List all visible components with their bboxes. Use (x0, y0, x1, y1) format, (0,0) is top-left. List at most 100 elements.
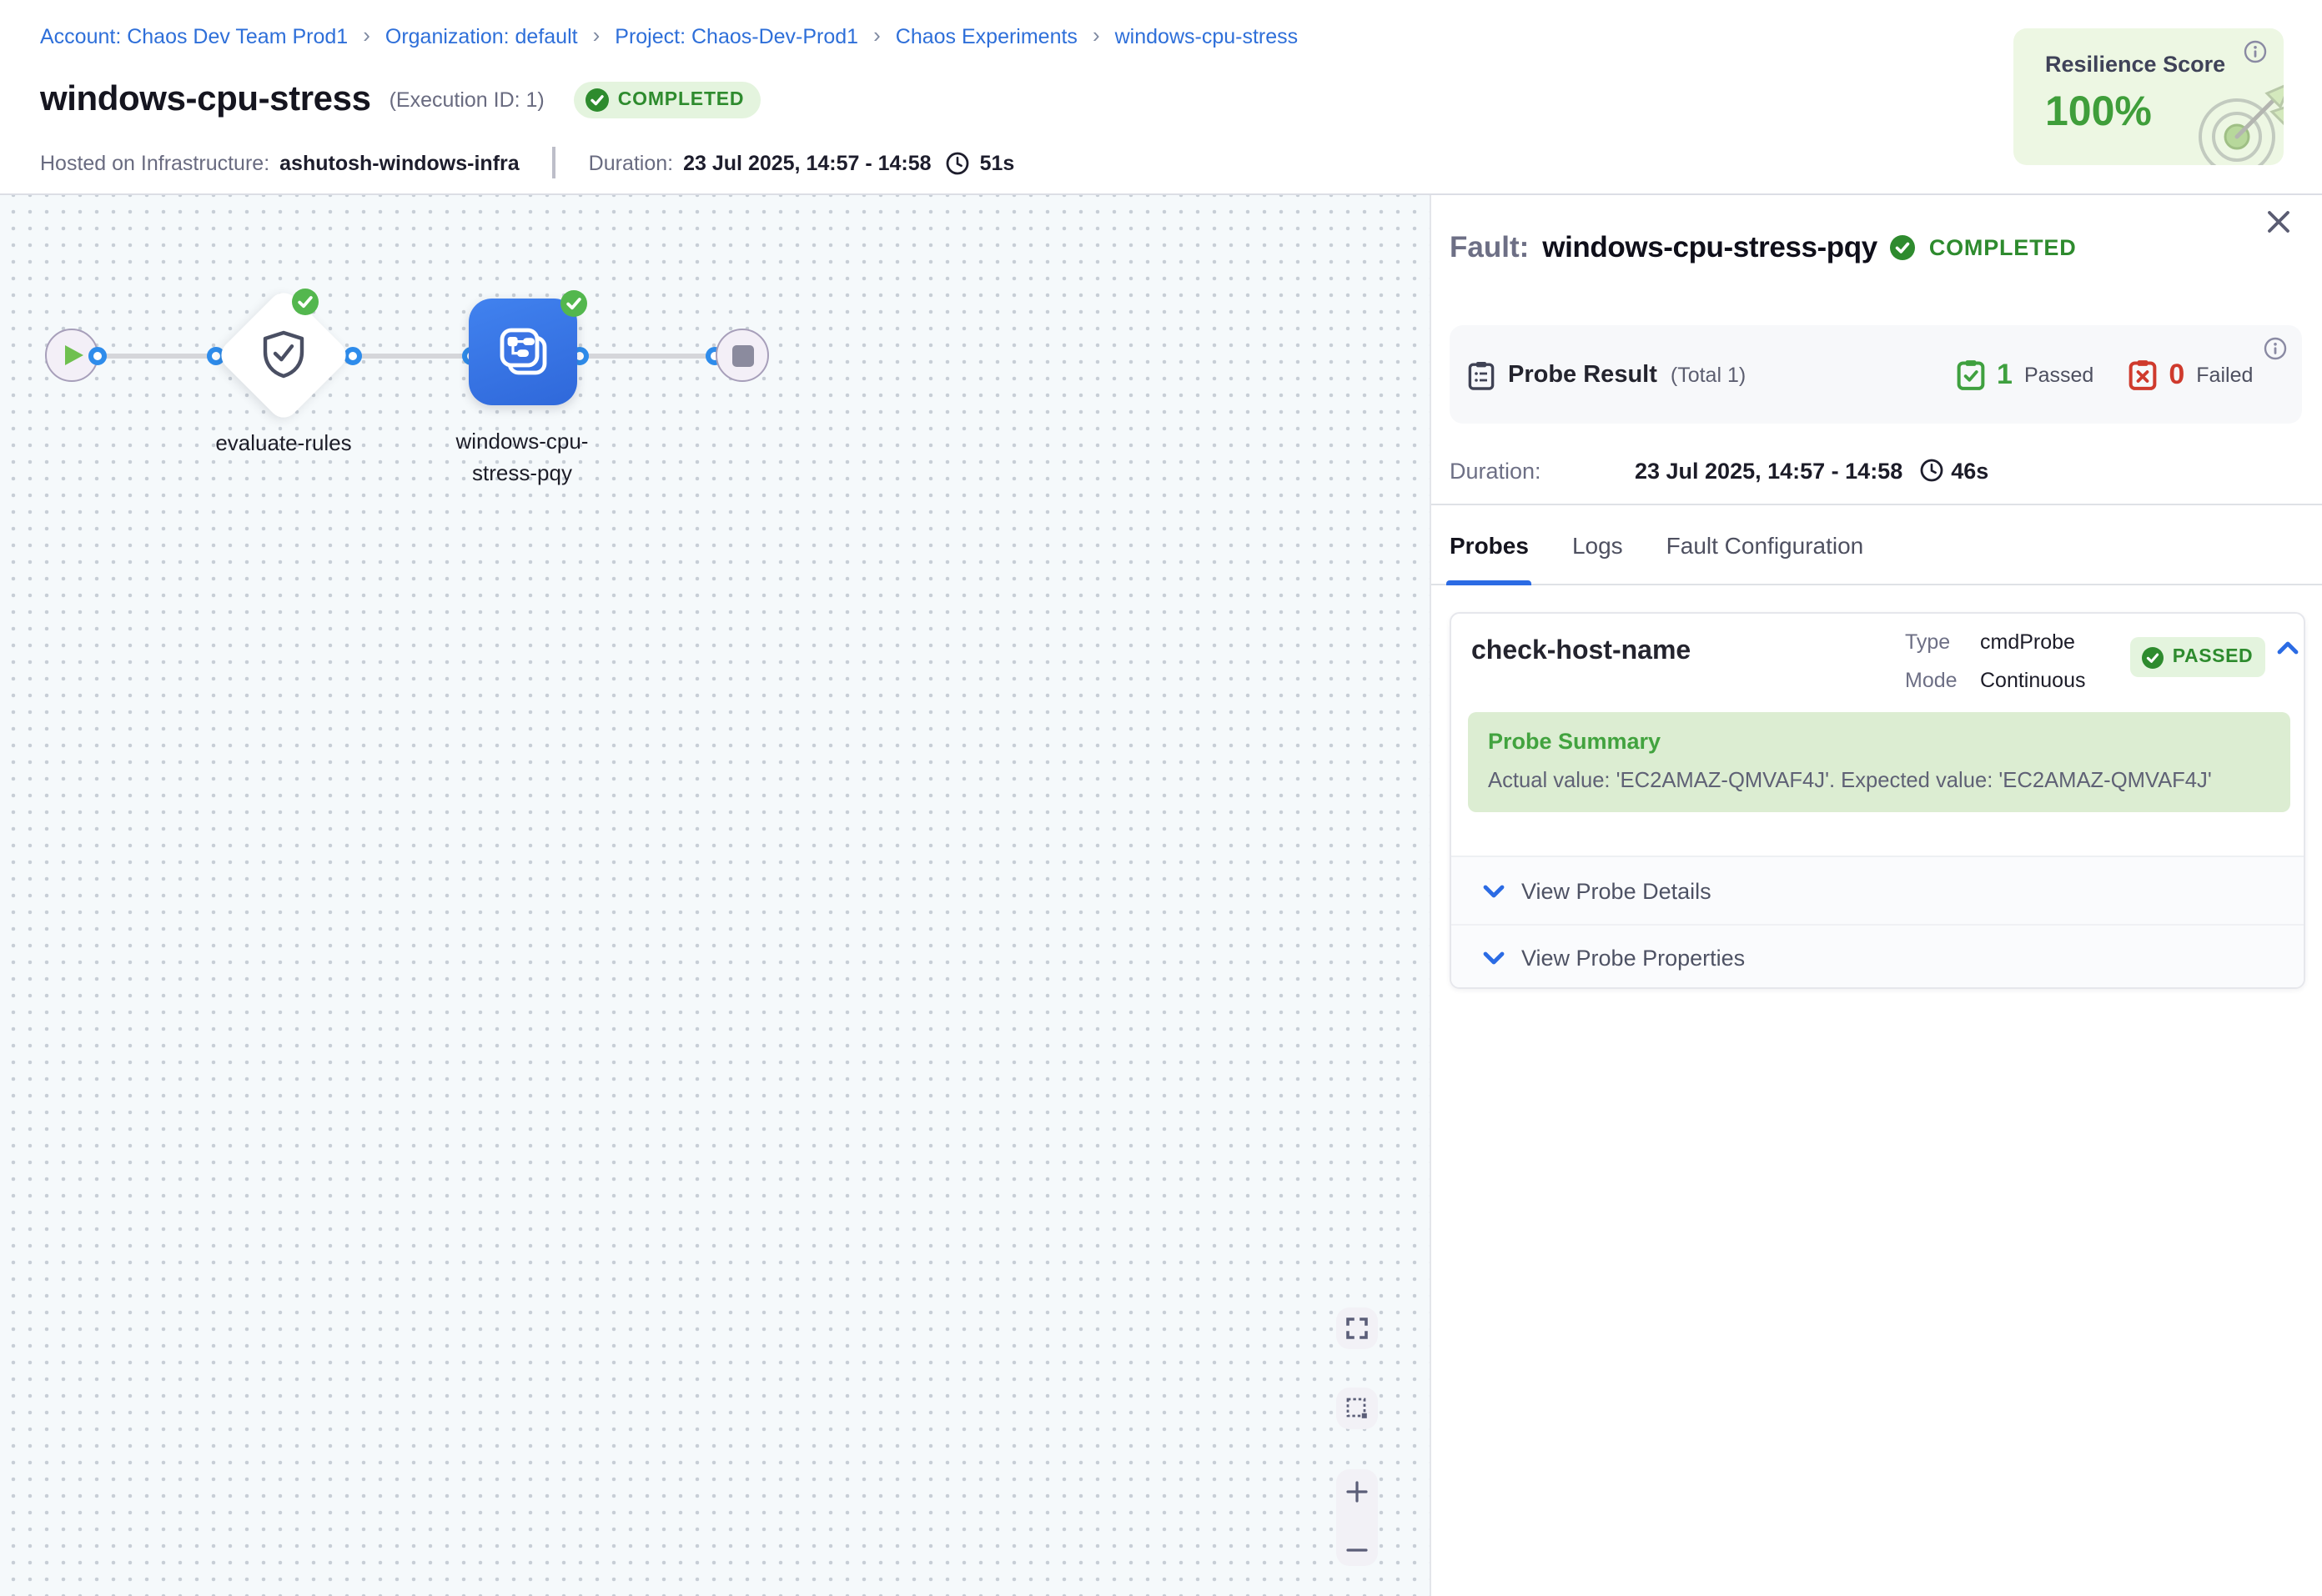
status-badge-label: COMPLETED (618, 90, 745, 110)
clipboard-icon (1468, 359, 1495, 389)
fault-name: windows-cpu-stress-pqy (1542, 229, 1877, 264)
collapse-probe-button[interactable] (2277, 640, 2299, 655)
fault-workflow-icon (493, 322, 553, 382)
tab-probes[interactable]: Probes (1450, 505, 1529, 585)
hosted-value: ashutosh-windows-infra (279, 151, 520, 174)
probe-summary-box: Probe Summary Actual value: 'EC2AMAZ-QMV… (1468, 712, 2290, 812)
breadcrumb-organization[interactable]: Organization: default (385, 24, 578, 48)
duration-label: Duration: (589, 151, 673, 174)
passed-count: 1 (1997, 358, 2013, 391)
duration-seconds: 51s (980, 151, 1015, 174)
fullscreen-button[interactable] (1336, 1307, 1378, 1349)
breadcrumb: Account: Chaos Dev Team Prod1 › Organiza… (40, 23, 1298, 48)
plus-icon (1346, 1481, 1368, 1503)
info-icon[interactable] (2244, 40, 2267, 72)
chevron-up-icon (2277, 640, 2299, 655)
view-probe-details-row[interactable]: View Probe Details (1451, 857, 2304, 924)
check-circle-icon (586, 88, 610, 112)
info-icon[interactable] (2264, 337, 2287, 369)
probe-result-summary: Probe Result (Total 1) 1 Passed (1450, 325, 2302, 424)
breadcrumb-chaos-experiments[interactable]: Chaos Experiments (896, 24, 1078, 48)
selection-mode-button[interactable] (1336, 1388, 1378, 1429)
node-label-evaluate-rules: evaluate-rules (167, 429, 400, 459)
resilience-score-value: 100% (2045, 88, 2152, 137)
panel-tabs: Probes Logs Fault Configuration (1431, 505, 2322, 585)
view-probe-properties-label: View Probe Properties (1521, 946, 1745, 971)
target-arrow-illustration-icon (2194, 77, 2284, 165)
check-circle-icon (2143, 646, 2164, 668)
tab-logs[interactable]: Logs (1572, 505, 1623, 585)
view-probe-properties-row[interactable]: View Probe Properties (1451, 924, 2304, 989)
fault-duration-row: Duration: 23 Jul 2025, 14:57 - 14:58 46s (1450, 449, 1988, 492)
chevron-down-icon (1483, 951, 1505, 966)
probe-status-badge: PASSED (2130, 637, 2265, 677)
node-label-fault-line2: stress-pqy (405, 458, 639, 489)
close-icon (2265, 208, 2292, 235)
breadcrumb-separator-icon: › (1093, 23, 1100, 48)
probe-name: check-host-name (1471, 637, 1691, 667)
fault-duration-label: Duration: (1450, 458, 1635, 483)
fault-header: Fault: windows-cpu-stress-pqy COMPLETED (1450, 225, 2299, 269)
experiment-meta: Hosted on Infrastructure: ashutosh-windo… (40, 147, 1014, 178)
breadcrumb-current[interactable]: windows-cpu-stress (1115, 24, 1299, 48)
probe-mode-label: Mode (1905, 662, 1965, 700)
zoom-in-button[interactable] (1346, 1481, 1368, 1503)
status-badge: COMPLETED (575, 82, 761, 118)
pipeline-edge (72, 354, 742, 358)
fault-status: COMPLETED (1929, 234, 2077, 259)
breadcrumb-separator-icon: › (873, 23, 881, 48)
probe-mode-value: Continuous (1980, 662, 2086, 700)
fault-duration-value: 23 Jul 2025, 14:57 - 14:58 (1635, 458, 1902, 483)
probe-expanders: View Probe Details View Probe Properties (1451, 856, 2304, 987)
clock-icon (947, 151, 970, 174)
fullscreen-icon (1346, 1317, 1368, 1339)
failed-label: Failed (2196, 363, 2253, 386)
execution-id: (Execution ID: 1) (390, 88, 545, 112)
breadcrumb-separator-icon: › (593, 23, 601, 48)
page-header: Account: Chaos Dev Team Prod1 › Organiza… (0, 0, 2322, 195)
view-probe-details-label: View Probe Details (1521, 878, 1711, 903)
probe-result-counts: 1 Passed 0 Failed (1957, 325, 2276, 424)
check-circle-icon (1891, 234, 1916, 259)
pipeline-canvas[interactable]: evaluate-rules windows-cpu- stress-pqy (0, 195, 1430, 1596)
passed-label: Passed (2024, 363, 2093, 386)
node-label-fault-line1: windows-cpu- (405, 427, 639, 458)
fault-duration-seconds: 46s (1951, 458, 1988, 483)
minus-icon (1346, 1546, 1368, 1554)
node-success-icon (292, 289, 319, 315)
probe-card: check-host-name Type cmdProbe Mode Conti… (1450, 612, 2305, 989)
failed-count: 0 (2169, 358, 2184, 391)
meta-divider (553, 147, 555, 178)
breadcrumb-project[interactable]: Project: Chaos-Dev-Prod1 (615, 24, 858, 48)
probe-type-value: cmdProbe (1980, 624, 2086, 662)
clipboard-x-icon (2128, 359, 2157, 390)
hosted-label: Hosted on Infrastructure: (40, 151, 269, 174)
play-icon (63, 344, 84, 367)
zoom-out-button[interactable] (1346, 1546, 1368, 1554)
close-panel-button[interactable] (2259, 202, 2299, 242)
connection-point[interactable] (88, 346, 106, 364)
node-success-icon (560, 290, 587, 317)
node-label-fault: windows-cpu- stress-pqy (405, 427, 639, 489)
probe-result-title-group: Probe Result (Total 1) (1468, 325, 1746, 424)
probe-status-label: PASSED (2173, 647, 2254, 667)
resilience-score-label: Resilience Score (2045, 52, 2225, 77)
zoom-controls (1336, 1469, 1378, 1566)
probe-summary-text: Actual value: 'EC2AMAZ-QMVAF4J'. Expecte… (1488, 767, 2270, 792)
page-title: windows-cpu-stress (40, 80, 371, 120)
breadcrumb-account[interactable]: Account: Chaos Dev Team Prod1 (40, 24, 348, 48)
probe-result-title: Probe Result (1508, 361, 1657, 388)
stop-icon (731, 344, 753, 366)
probe-type-label: Type (1905, 624, 1965, 662)
clipboard-check-icon (1957, 359, 1985, 390)
tab-fault-configuration[interactable]: Fault Configuration (1666, 505, 1864, 585)
probe-meta: Type cmdProbe Mode Continuous (1905, 624, 2086, 700)
clock-icon (1919, 459, 1943, 482)
fault-label: Fault: (1450, 229, 1529, 264)
duration-value: 23 Jul 2025, 14:57 - 14:58 (683, 151, 931, 174)
resilience-score-card: Resilience Score 100% (2013, 28, 2284, 165)
end-node (716, 329, 769, 382)
shield-check-icon (262, 330, 305, 387)
marquee-selection-icon (1346, 1398, 1368, 1419)
chevron-down-icon (1483, 883, 1505, 898)
